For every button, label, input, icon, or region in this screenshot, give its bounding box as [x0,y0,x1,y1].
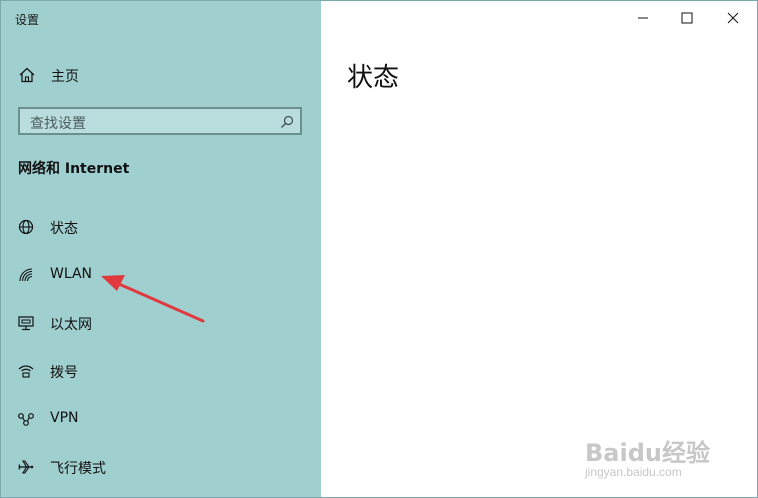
sidebar-item-ethernet[interactable]: 以太网 [1,306,321,340]
close-button[interactable] [711,1,755,35]
watermark-brand: Baidu经验 [585,439,710,467]
sidebar-item-airplane-mode[interactable]: 飞行模式 [1,450,321,484]
sidebar: 设置 主页 查找设置 网络和 Internet 状态 WLAN 以太网 拨号 V… [1,1,321,497]
minimize-button[interactable] [621,1,665,35]
sidebar-item-label: 飞行模式 [50,461,106,477]
settings-window: 设置 主页 查找设置 网络和 Internet 状态 WLAN 以太网 拨号 V… [0,0,758,498]
close-icon [727,12,739,24]
sidebar-item-label: VPN [50,410,79,426]
vpn-icon [17,410,35,428]
sidebar-item-label: 主页 [51,69,79,85]
sidebar-item-status[interactable]: 状态 [1,210,321,244]
app-title: 设置 [15,13,40,27]
section-title: 网络和 Internet [18,161,130,177]
watermark-url: jingyan.baidu.com [585,465,682,479]
sidebar-item-wlan[interactable]: WLAN [1,258,321,292]
globe-icon [17,218,35,236]
search-input[interactable]: 查找设置 [18,107,302,135]
sidebar-item-label: 以太网 [50,317,92,333]
sidebar-item-label: 拨号 [50,365,78,381]
sidebar-item-label: 状态 [50,221,78,237]
airplane-icon [17,458,35,476]
ethernet-icon [17,314,35,332]
baidu-watermark: Baidu经验 jingyan.baidu.com [585,433,725,489]
wifi-icon [17,266,35,284]
sidebar-item-label: WLAN [50,266,93,282]
home-icon [18,66,36,84]
sidebar-item-home[interactable]: 主页 [1,59,321,91]
maximize-icon [681,12,693,24]
sidebar-item-vpn[interactable]: VPN [1,402,321,436]
maximize-button[interactable] [665,1,709,35]
page-title: 状态 [347,63,400,93]
main-content: 状态 [321,1,757,497]
dialup-icon [17,362,35,380]
search-placeholder: 查找设置 [30,116,86,132]
sidebar-item-dialup[interactable]: 拨号 [1,354,321,388]
minimize-icon [638,17,648,19]
search-icon[interactable] [280,114,294,128]
